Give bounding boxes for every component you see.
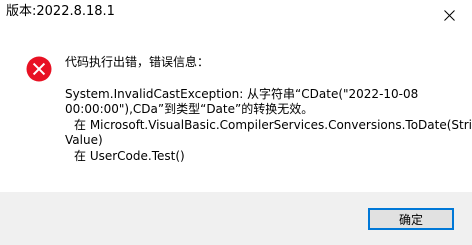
stack-trace-line: Value) — [65, 133, 103, 147]
error-detail-line: System.InvalidCastException: 从字符串“CDate(… — [65, 86, 419, 101]
close-icon — [443, 9, 455, 21]
message-box-window: 版本:2022.8.18.1 代码执行出错，错误信息： System.Inval… — [0, 0, 472, 245]
stack-trace-line: 在 UserCode.Test() — [74, 148, 185, 163]
button-bar: 确定 — [0, 192, 472, 245]
error-icon — [26, 56, 52, 82]
error-message: 代码执行出错，错误信息： System.InvalidCastException… — [65, 55, 472, 164]
error-detail-line: 00:00:00"),CDa”到类型“Date”的转换无效。 — [65, 102, 314, 116]
close-button[interactable] — [426, 0, 472, 30]
window-title: 版本:2022.8.18.1 — [6, 4, 115, 19]
error-heading: 代码执行出错，错误信息： — [65, 55, 210, 69]
stack-trace-line: 在 Microsoft.VisualBasic.CompilerServices… — [74, 117, 472, 132]
ok-button[interactable]: 确定 — [368, 208, 454, 230]
